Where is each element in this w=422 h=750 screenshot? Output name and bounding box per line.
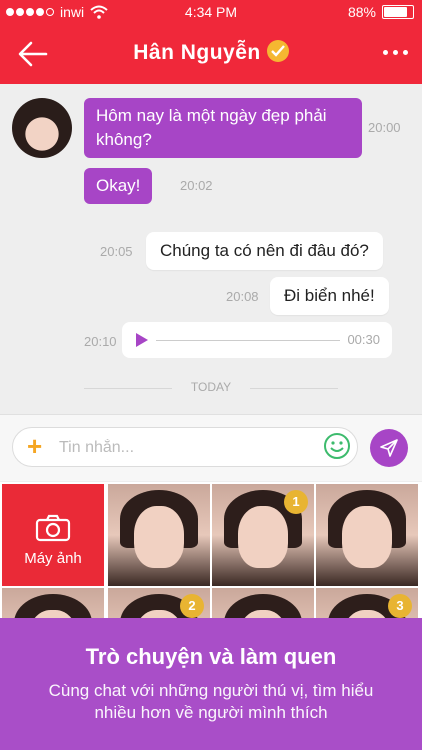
- incoming-message[interactable]: Hôm nay là một ngày đẹp phải không?: [84, 98, 362, 158]
- voice-message[interactable]: 00:30: [122, 322, 392, 358]
- camera-icon: [35, 514, 71, 542]
- camera-button[interactable]: Máy ảnh: [2, 484, 104, 586]
- date-divider: TODAY: [84, 380, 338, 394]
- chat-header: Hân Nguyễn: [0, 24, 422, 84]
- media-gallery: Máy ảnh 1 2 3: [0, 482, 422, 690]
- selection-badge: 2: [180, 594, 204, 618]
- chat-thread: Hôm nay là một ngày đẹp phải không? 20:0…: [0, 84, 422, 414]
- message-time: 20:02: [180, 178, 213, 193]
- selection-badge: 3: [388, 594, 412, 618]
- promo-banner: Trò chuyện và làm quen Cùng chat với nhữ…: [0, 618, 422, 750]
- gallery-photo[interactable]: [316, 484, 418, 586]
- message-time: 20:05: [100, 244, 133, 259]
- promo-title: Trò chuyện và làm quen: [85, 644, 337, 669]
- more-options-icon[interactable]: [383, 50, 408, 55]
- emoji-icon[interactable]: [323, 432, 351, 460]
- selection-badge: 1: [284, 490, 308, 514]
- audio-duration: 00:30: [347, 332, 380, 347]
- status-bar: inwi 4:34 PM 88%: [0, 0, 422, 24]
- contact-name[interactable]: Hân Nguyễn: [133, 41, 261, 64]
- verified-check-icon: [266, 40, 289, 62]
- outgoing-message[interactable]: Chúng ta có nên đi đâu đó?: [146, 232, 383, 270]
- outgoing-message[interactable]: Đi biển nhé!: [270, 277, 389, 315]
- plus-icon[interactable]: +: [27, 433, 42, 459]
- battery-percent: 88%: [347, 4, 376, 20]
- battery-icon: [382, 5, 414, 19]
- promo-subtitle: Cùng chat với những người thú vị, tìm hi…: [48, 681, 374, 722]
- send-icon: [380, 439, 398, 457]
- send-button[interactable]: [370, 429, 408, 467]
- composer-bar: +: [0, 414, 422, 481]
- contact-avatar[interactable]: [12, 98, 72, 158]
- message-input[interactable]: [57, 435, 291, 461]
- message-input-box: +: [12, 427, 358, 467]
- gallery-photo[interactable]: [108, 484, 210, 586]
- message-time: 20:08: [226, 289, 259, 304]
- incoming-message[interactable]: Okay!: [84, 168, 153, 204]
- message-time: 20:10: [84, 334, 117, 349]
- message-time: 20:00: [368, 120, 401, 135]
- gallery-photo[interactable]: 1: [212, 484, 314, 586]
- audio-progress-track[interactable]: [156, 340, 340, 341]
- camera-label: Máy ảnh: [24, 550, 82, 567]
- play-icon[interactable]: [136, 333, 148, 347]
